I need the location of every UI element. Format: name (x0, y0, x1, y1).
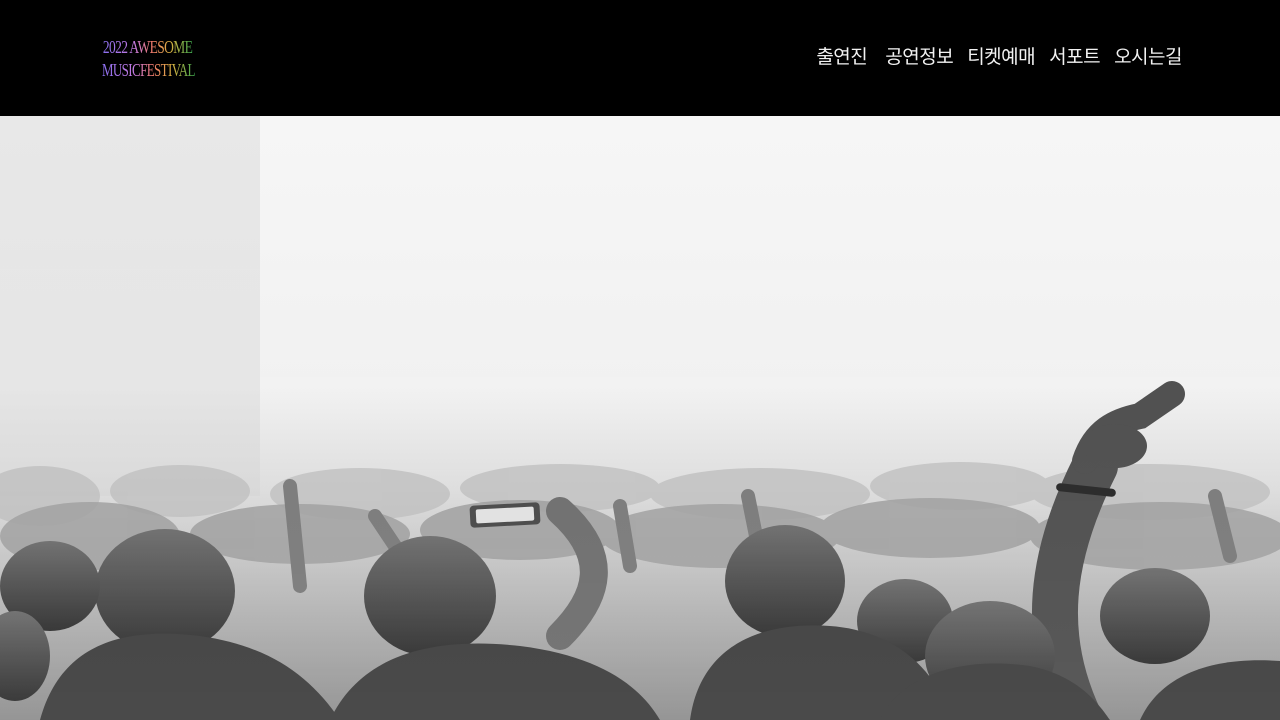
logo-line-1: 2022 AWESOME (103, 37, 193, 57)
main-nav: 출연진 공연정보 티켓예매 서포트 오시는길 (816, 40, 1182, 74)
logo-line-2: MUSICFESTIVAL (102, 60, 195, 80)
concert-crowd-image (0, 116, 1280, 720)
logo-text-graphic: 2022 AWESOME MUSICFESTIVAL (102, 37, 196, 80)
hero-banner (0, 116, 1280, 720)
nav-item-directions[interactable]: 오시는길 (1114, 40, 1182, 74)
nav-item-tickets[interactable]: 티켓예매 (967, 40, 1035, 74)
festival-logo[interactable]: 2022 AWESOME MUSICFESTIVAL (102, 36, 214, 90)
nav-item-performance-info[interactable]: 공연정보 (885, 40, 953, 74)
site-header: 2022 AWESOME MUSICFESTIVAL 출연진 공연정보 티켓예매… (0, 0, 1280, 116)
nav-item-support[interactable]: 서포트 (1049, 40, 1100, 74)
nav-item-lineup[interactable]: 출연진 (816, 40, 867, 74)
